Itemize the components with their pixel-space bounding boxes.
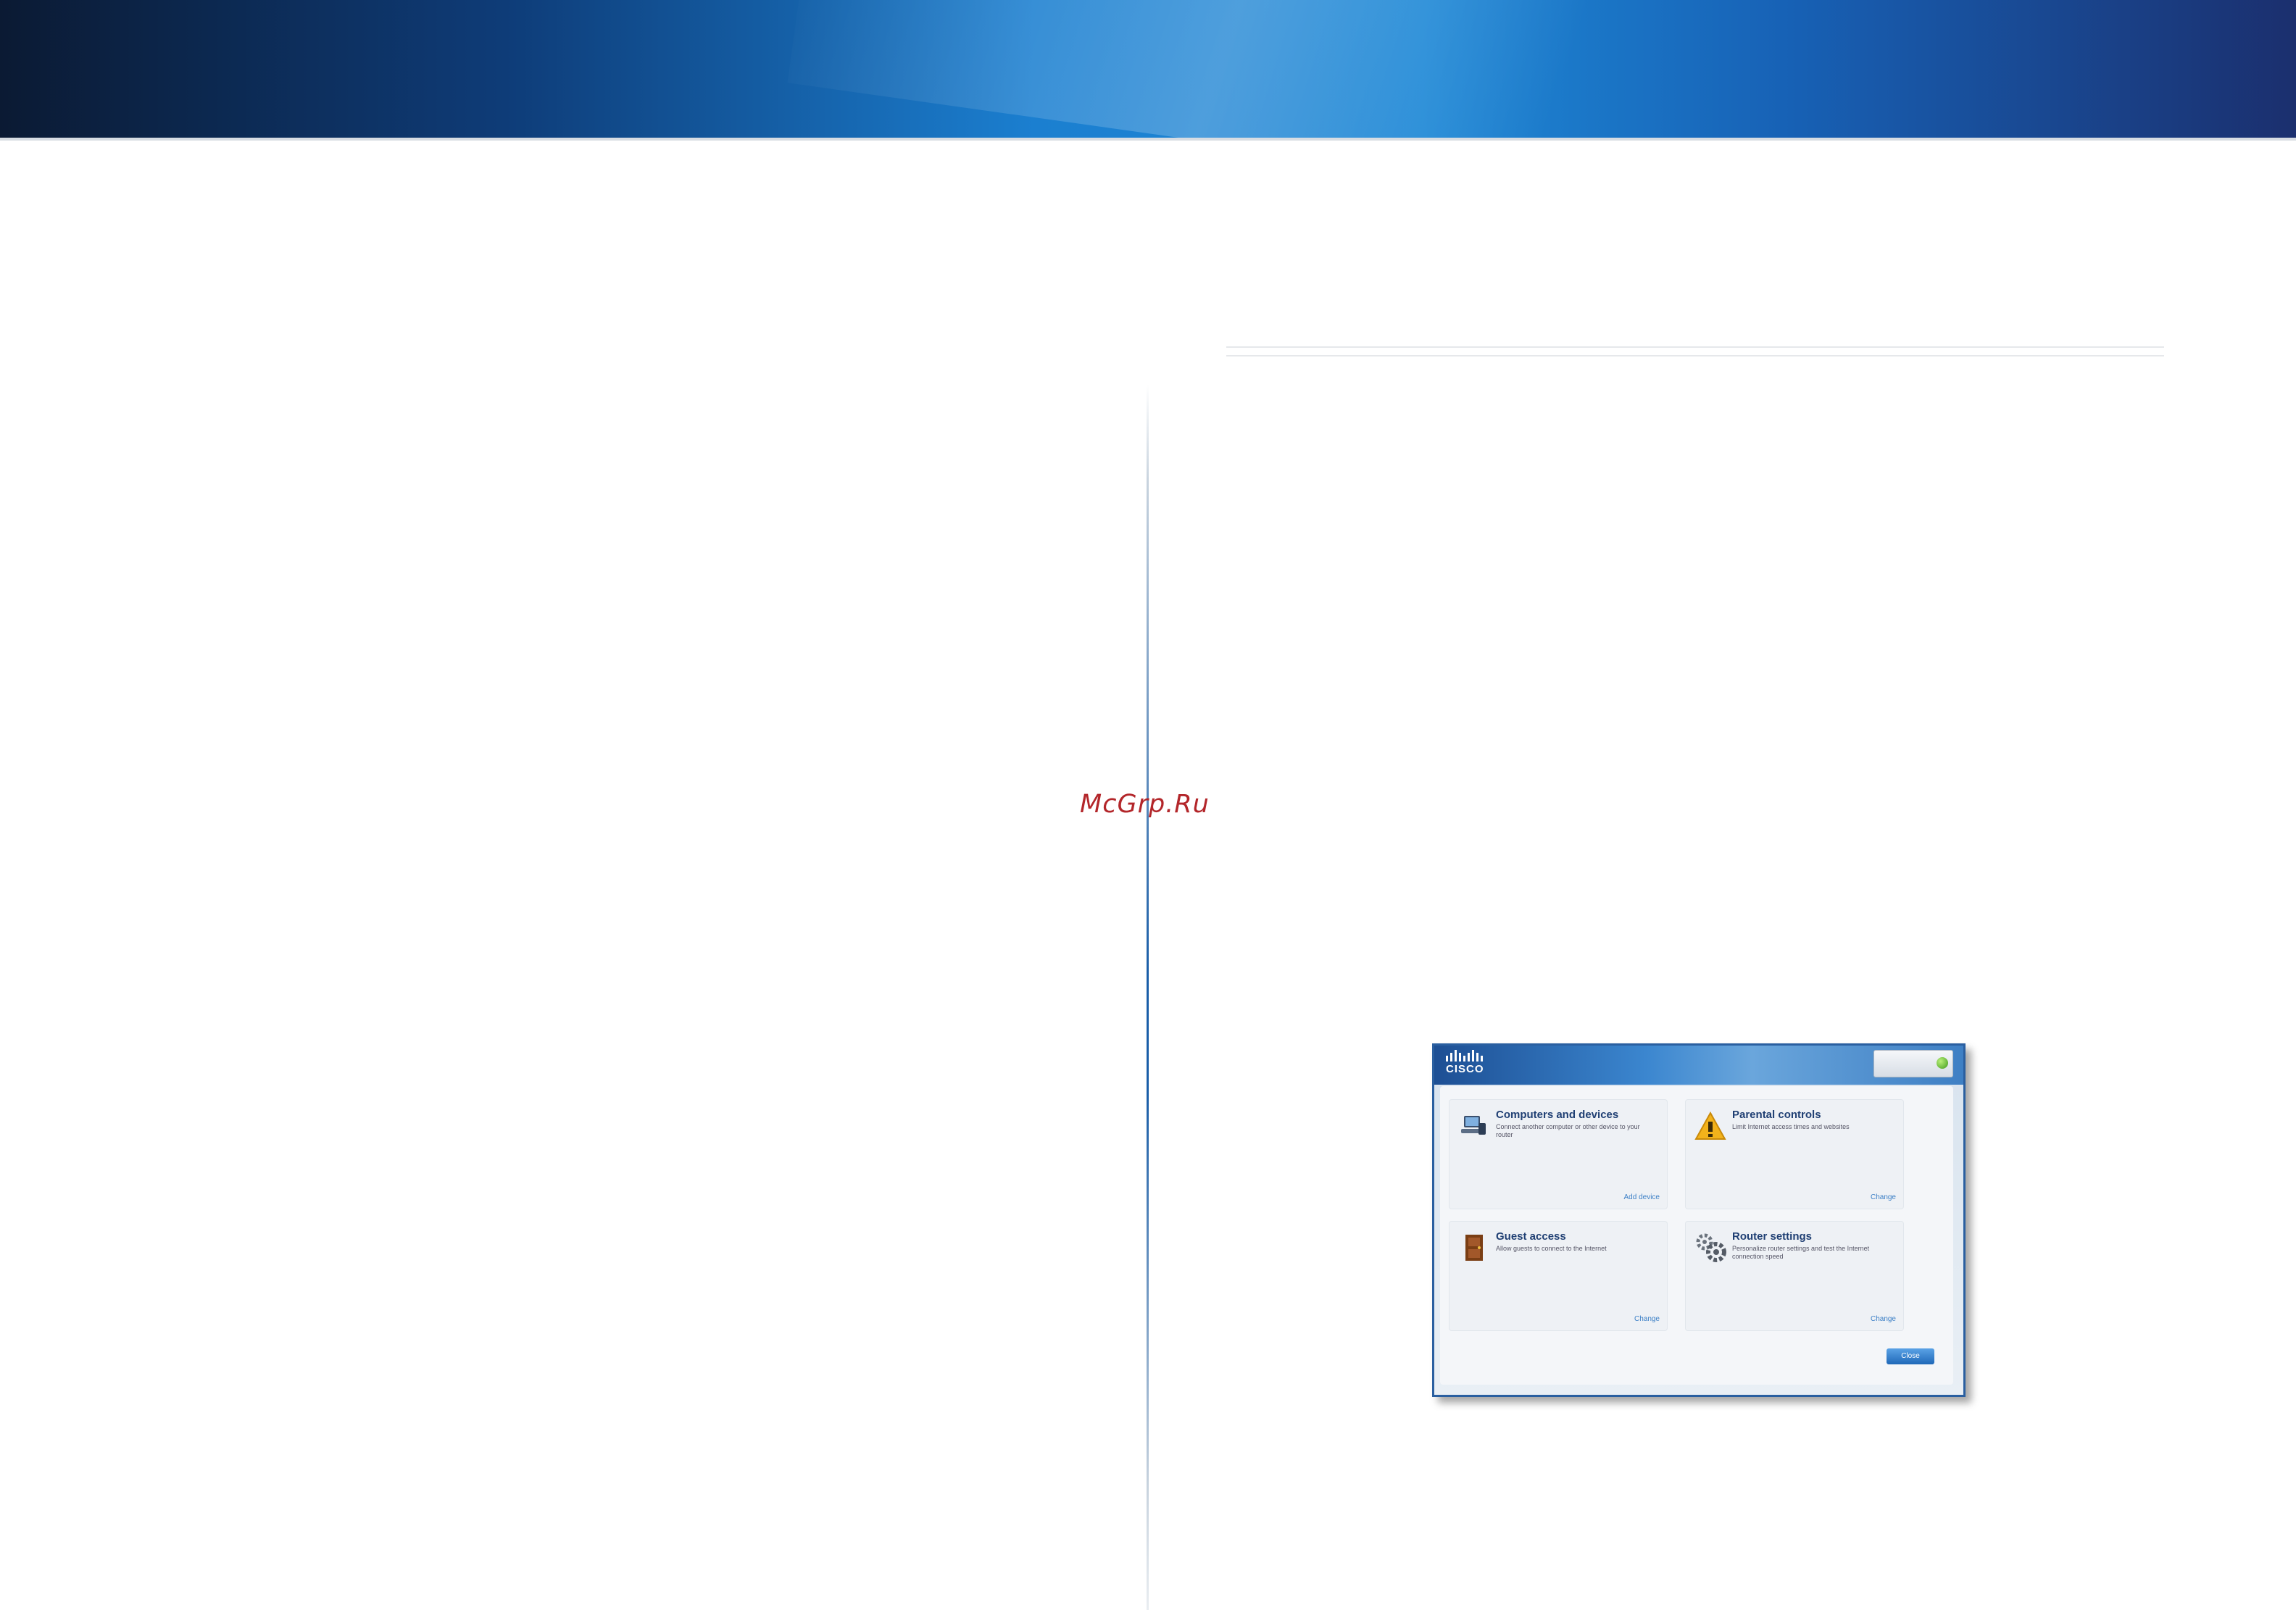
gears-icon <box>1696 1233 1726 1262</box>
watermark-text: McGrp.Ru <box>1080 790 1210 819</box>
computer-icon <box>1461 1116 1486 1135</box>
door-icon <box>1465 1235 1483 1261</box>
router-ui-screenshot: CISCO Computers and devices Connect anot… <box>1432 1043 1966 1397</box>
section-rule-bottom <box>1226 355 2164 356</box>
warning-icon <box>1694 1111 1726 1140</box>
cisco-logo: CISCO <box>1446 1050 1484 1075</box>
cisco-logo-bars-icon <box>1446 1050 1484 1061</box>
guest-change-link[interactable]: Change <box>1634 1315 1660 1323</box>
page-header-banner <box>0 0 2296 141</box>
card-guest-access[interactable]: Guest access Allow guests to connect to … <box>1449 1221 1668 1331</box>
card-title: Router settings <box>1732 1230 1813 1243</box>
card-title: Guest access <box>1496 1230 1566 1243</box>
router-ui-header: CISCO <box>1434 1046 1963 1085</box>
router-ui-panel: Computers and devices Connect another co… <box>1440 1086 1953 1385</box>
card-title: Parental controls <box>1732 1109 1821 1121</box>
card-computers-devices[interactable]: Computers and devices Connect another co… <box>1449 1099 1668 1209</box>
card-router-settings[interactable]: Router settings Personalize router setti… <box>1685 1221 1904 1331</box>
connection-status-box[interactable] <box>1873 1050 1953 1077</box>
card-parental-controls[interactable]: Parental controls Limit Internet access … <box>1685 1099 1904 1209</box>
status-ok-icon <box>1937 1057 1948 1069</box>
card-title: Computers and devices <box>1496 1109 1619 1121</box>
column-divider <box>1147 384 1149 1610</box>
card-description: Allow guests to connect to the Internet <box>1496 1245 1607 1252</box>
section-rule-top <box>1226 346 2164 348</box>
card-description: Personalize router settings and test the… <box>1732 1245 1870 1260</box>
card-description: Connect another computer or other device… <box>1496 1123 1640 1138</box>
settings-change-link[interactable]: Change <box>1871 1315 1896 1323</box>
add-device-link[interactable]: Add device <box>1624 1193 1660 1201</box>
close-button[interactable]: Close <box>1887 1348 1934 1364</box>
card-description: Limit Internet access times and websites <box>1732 1123 1850 1130</box>
parental-change-link[interactable]: Change <box>1871 1193 1896 1201</box>
cisco-logo-wordmark: CISCO <box>1446 1063 1484 1075</box>
